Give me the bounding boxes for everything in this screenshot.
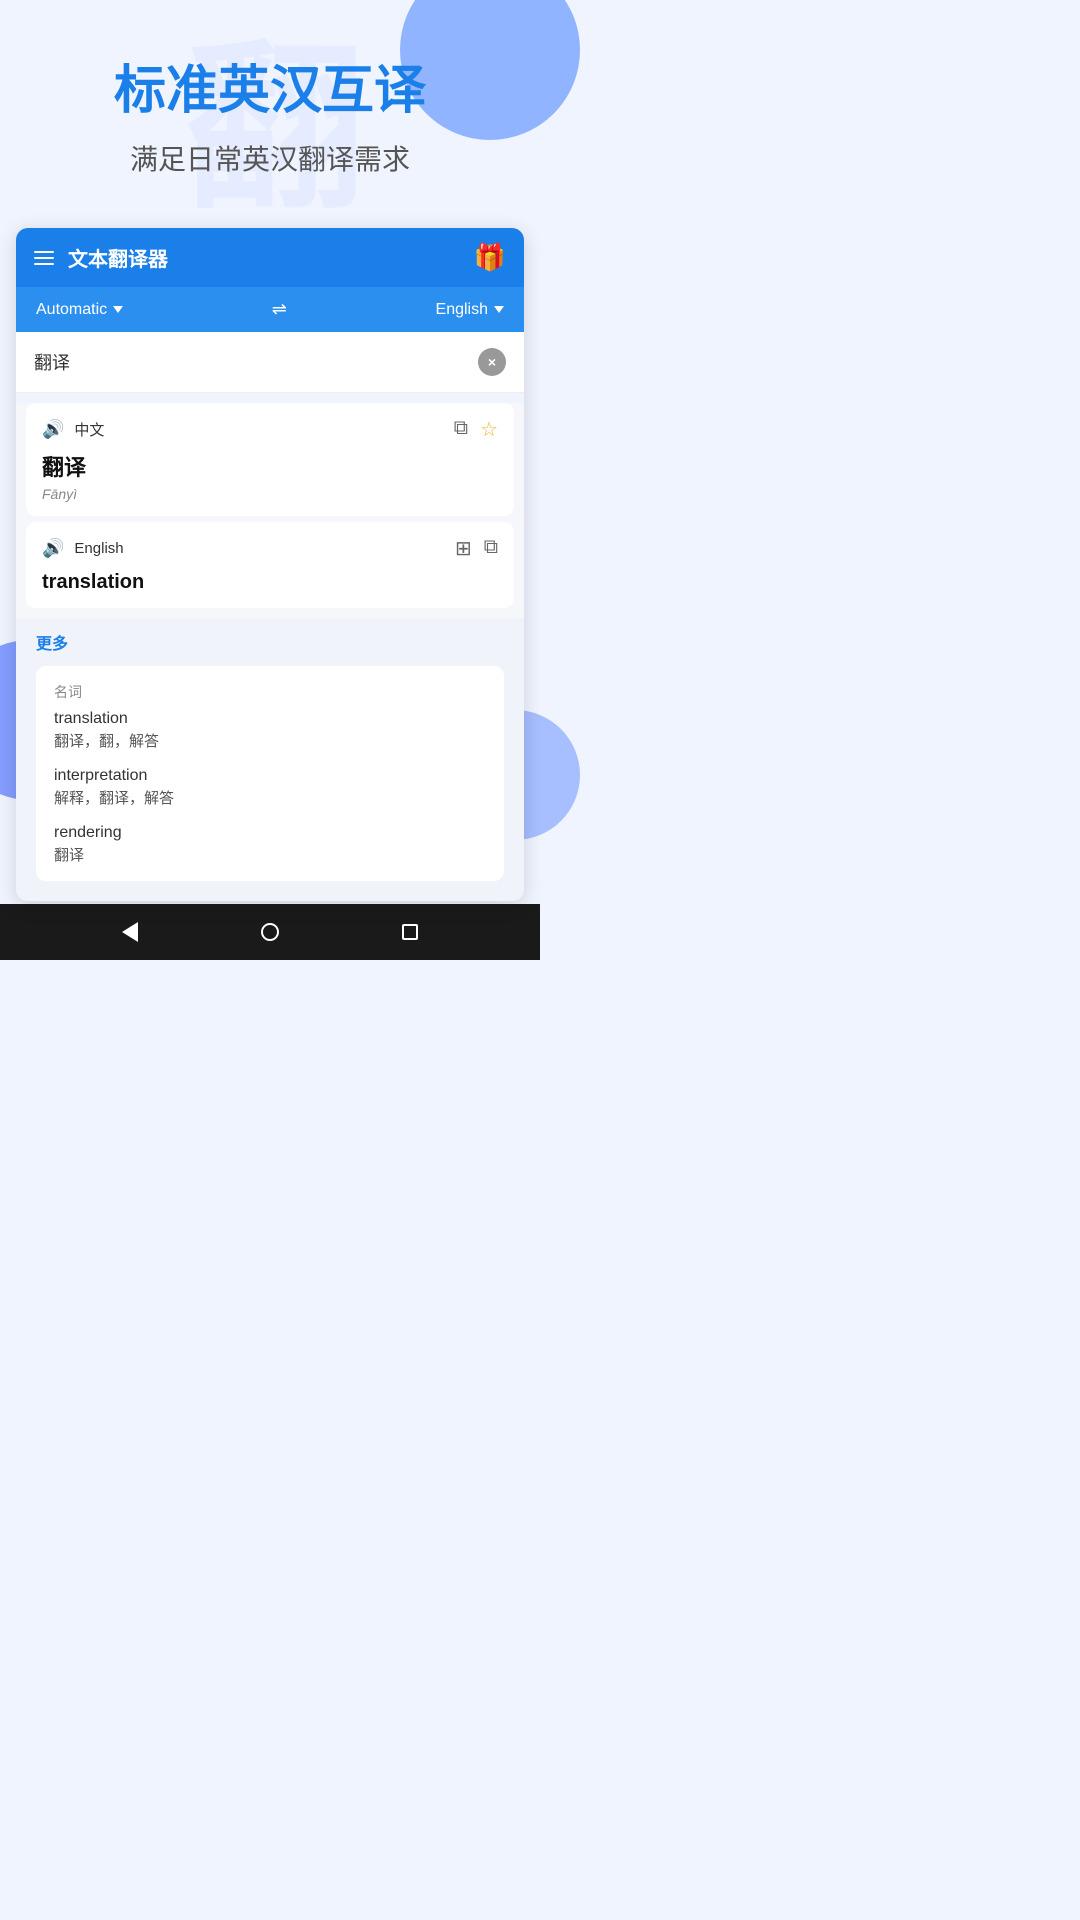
english-result-left: 🔊 English	[42, 538, 124, 559]
nav-recents-icon	[402, 924, 418, 940]
app-header-left: 文本翻译器	[34, 243, 168, 272]
target-lang-chevron-icon	[494, 306, 504, 313]
source-lang-selector[interactable]: Automatic	[36, 301, 123, 319]
hamburger-line-3	[34, 263, 54, 265]
list-item: translation 翻译，翻，解答	[54, 710, 486, 751]
hero-subtitle: 满足日常英汉翻译需求	[20, 138, 520, 178]
input-area[interactable]: 翻译 ×	[16, 332, 524, 393]
swap-languages-button[interactable]: ⇌	[272, 299, 287, 320]
input-text: 翻译	[34, 349, 478, 375]
more-section: 更多 名词 translation 翻译，翻，解答 interpretation…	[16, 618, 524, 901]
source-lang-label: Automatic	[36, 301, 107, 319]
hamburger-menu-button[interactable]	[34, 251, 54, 265]
chinese-copy-button[interactable]: ⧉	[454, 417, 468, 442]
chinese-card-actions: ⧉ ☆	[454, 417, 498, 442]
english-result-header: 🔊 English ⊞ ⧉	[42, 536, 498, 561]
english-speaker-button[interactable]: 🔊	[42, 538, 64, 559]
more-label: 更多	[36, 630, 504, 654]
nav-home-icon	[261, 923, 279, 941]
english-open-button[interactable]: ⊞	[455, 536, 472, 561]
app-title: 文本翻译器	[68, 243, 168, 272]
chinese-result-card: 🔊 中文 ⧉ ☆ 翻译 Fānyì	[26, 403, 514, 516]
hero-section: 标准英汉互译 满足日常英汉翻译需求	[0, 0, 540, 208]
list-item: rendering 翻译	[54, 824, 486, 865]
chinese-star-button[interactable]: ☆	[480, 417, 498, 442]
clear-input-button[interactable]: ×	[478, 348, 506, 376]
more-card: 名词 translation 翻译，翻，解答 interpretation 解释…	[36, 666, 504, 881]
hamburger-line-2	[34, 257, 54, 259]
nav-back-button[interactable]	[122, 922, 138, 942]
more-meaning-2: 解释，翻译，解答	[54, 787, 486, 808]
nav-bar	[0, 904, 540, 960]
chinese-result-header: 🔊 中文 ⧉ ☆	[42, 417, 498, 442]
english-result-card: 🔊 English ⊞ ⧉ translation	[26, 522, 514, 608]
chinese-speaker-button[interactable]: 🔊	[42, 419, 64, 440]
more-meaning-1: 翻译，翻，解答	[54, 730, 486, 751]
chinese-result-pinyin: Fānyì	[42, 486, 498, 502]
chinese-result-main: 翻译	[42, 450, 498, 482]
app-card: 文本翻译器 🎁 Automatic ⇌ English 翻译 ×	[16, 228, 524, 901]
english-result-main: translation	[42, 571, 498, 594]
english-card-actions: ⊞ ⧉	[455, 536, 498, 561]
source-lang-chevron-icon	[113, 306, 123, 313]
app-header: 文本翻译器 🎁	[16, 228, 524, 287]
nav-recents-button[interactable]	[402, 924, 418, 940]
translation-body: 🔊 中文 ⧉ ☆ 翻译 Fānyì 🔊 English	[16, 403, 524, 901]
nav-home-button[interactable]	[261, 923, 279, 941]
english-copy-button[interactable]: ⧉	[484, 536, 498, 561]
gift-icon-button[interactable]: 🎁	[474, 242, 506, 273]
list-item: interpretation 解释，翻译，解答	[54, 767, 486, 808]
english-lang-label: English	[74, 540, 123, 557]
more-meaning-3: 翻译	[54, 844, 486, 865]
pos-label: 名词	[54, 682, 486, 702]
chinese-lang-label: 中文	[74, 419, 104, 440]
nav-back-icon	[122, 922, 138, 942]
more-word-1: translation	[54, 710, 486, 728]
more-word-3: rendering	[54, 824, 486, 842]
hero-title: 标准英汉互译	[20, 60, 520, 122]
hamburger-line-1	[34, 251, 54, 253]
chinese-result-left: 🔊 中文	[42, 419, 104, 440]
language-bar: Automatic ⇌ English	[16, 287, 524, 332]
target-lang-label: English	[436, 301, 488, 319]
target-lang-selector[interactable]: English	[436, 301, 504, 319]
more-word-2: interpretation	[54, 767, 486, 785]
